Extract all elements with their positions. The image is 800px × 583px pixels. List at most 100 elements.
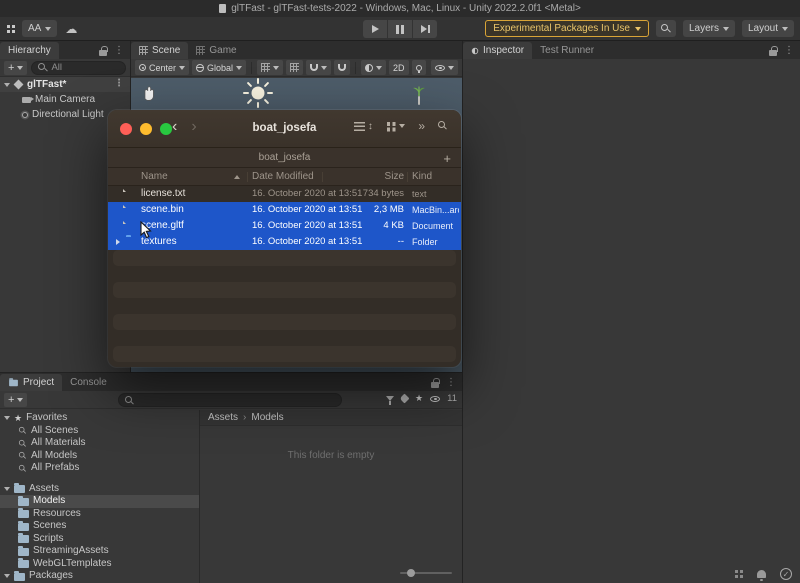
snap-toggle-button[interactable] bbox=[306, 60, 331, 75]
snap-increment-button[interactable] bbox=[334, 60, 350, 75]
layers-dropdown[interactable]: Layers bbox=[683, 20, 735, 37]
pivot-icon bbox=[139, 64, 146, 71]
favorite-all-materials[interactable]: All Materials bbox=[0, 437, 199, 450]
folder-label: Scripts bbox=[33, 533, 64, 546]
services-grid-icon[interactable] bbox=[7, 25, 10, 28]
globe-icon bbox=[196, 64, 204, 72]
pause-button[interactable] bbox=[388, 20, 412, 38]
breadcrumb-root[interactable]: Assets bbox=[208, 412, 238, 423]
file-row-scene-gltf[interactable]: scene.gltf 16. October 2020 at 13:51 4 K… bbox=[108, 218, 461, 234]
kebab-menu-icon[interactable]: ⋮ bbox=[114, 79, 124, 89]
layout-dropdown[interactable]: Layout bbox=[742, 20, 794, 37]
add-button[interactable]: + bbox=[443, 151, 451, 166]
column-divider[interactable] bbox=[322, 172, 323, 182]
2d-toggle-button[interactable]: 2D bbox=[389, 60, 409, 75]
packages-section-row[interactable]: Packages bbox=[0, 570, 199, 583]
tab-hierarchy[interactable]: Hierarchy bbox=[0, 42, 59, 59]
tab-scene[interactable]: Scene bbox=[131, 42, 188, 59]
render-mode-button[interactable] bbox=[361, 60, 386, 75]
tab-game[interactable]: Game bbox=[188, 42, 244, 59]
tab-console[interactable]: Console bbox=[62, 374, 115, 391]
file-size: -- bbox=[330, 234, 404, 250]
folder-webgltemplates[interactable]: WebGLTemplates bbox=[0, 558, 199, 571]
column-header-date[interactable]: Date Modified bbox=[252, 171, 314, 182]
collapse-arrow-icon[interactable] bbox=[4, 416, 10, 420]
lighting-toggle-button[interactable] bbox=[412, 60, 426, 75]
folder-icon bbox=[18, 560, 29, 568]
group-by-control[interactable] bbox=[386, 121, 406, 131]
experimental-packages-button[interactable]: Experimental Packages In Use bbox=[485, 20, 649, 37]
project-content-pane: Assets › Models This folder is empty bbox=[200, 410, 462, 583]
plus-icon: + bbox=[8, 394, 14, 406]
slider-thumb[interactable] bbox=[407, 569, 415, 577]
tab-project[interactable]: Project bbox=[0, 374, 62, 391]
search-button[interactable] bbox=[656, 20, 676, 37]
collapse-arrow-icon[interactable] bbox=[4, 487, 10, 491]
hierarchy-search-input[interactable]: All bbox=[31, 61, 126, 75]
file-row-textures[interactable]: textures 16. October 2020 at 13:51 -- Fo… bbox=[108, 234, 461, 250]
activity-grid-icon[interactable] bbox=[735, 570, 738, 573]
folder-streamingassets[interactable]: StreamingAssets bbox=[0, 545, 199, 558]
cloud-icon[interactable]: ☁ bbox=[65, 23, 77, 35]
column-divider[interactable] bbox=[247, 172, 248, 182]
progress-check-icon[interactable]: ✓ bbox=[780, 568, 792, 580]
search-by-type-icon[interactable] bbox=[386, 396, 394, 401]
saved-search-star-icon[interactable]: ★ bbox=[415, 394, 423, 403]
folder-scripts[interactable]: Scripts bbox=[0, 533, 199, 546]
folder-scenes[interactable]: Scenes bbox=[0, 520, 199, 533]
finder-title-bar[interactable]: ‹ › boat_josefa ↕ » bbox=[108, 110, 461, 148]
folder-resources[interactable]: Resources bbox=[0, 508, 199, 521]
assets-label: Assets bbox=[29, 483, 59, 496]
column-header-name[interactable]: Name bbox=[141, 171, 168, 182]
hierarchy-tab-label: Hierarchy bbox=[8, 45, 51, 56]
orientation-dropdown[interactable]: Global bbox=[192, 60, 246, 75]
chevron-down-icon bbox=[236, 66, 242, 70]
favorites-section-row[interactable]: ★ Favorites bbox=[0, 412, 199, 425]
file-row-scene-bin[interactable]: scene.bin 16. October 2020 at 13:51 2,3 … bbox=[108, 202, 461, 218]
add-asset-button[interactable]: + bbox=[4, 393, 27, 407]
collapse-arrow-icon[interactable] bbox=[4, 83, 10, 87]
disclosure-triangle-icon[interactable] bbox=[116, 239, 120, 245]
folder-models[interactable]: Models bbox=[0, 495, 199, 508]
kebab-menu-icon[interactable]: ⋮ bbox=[114, 46, 124, 56]
account-button[interactable]: AA bbox=[22, 20, 57, 37]
favorite-all-prefabs[interactable]: All Prefabs bbox=[0, 462, 199, 475]
pivot-dropdown[interactable]: Center bbox=[135, 60, 189, 75]
add-object-button[interactable]: + bbox=[4, 61, 27, 75]
tab-test-runner[interactable]: Test Runner bbox=[532, 42, 602, 59]
notification-bell-icon[interactable] bbox=[757, 570, 766, 578]
assets-section-row[interactable]: Assets bbox=[0, 483, 199, 496]
breadcrumb-current[interactable]: Models bbox=[251, 412, 283, 423]
thumbnail-zoom-slider[interactable] bbox=[400, 572, 452, 574]
favorite-all-models[interactable]: All Models bbox=[0, 450, 199, 463]
grid-snap-button[interactable] bbox=[286, 60, 303, 75]
lock-icon[interactable] bbox=[769, 50, 777, 56]
play-button[interactable] bbox=[363, 20, 387, 38]
scene-root-row[interactable]: glTFast* ⋮ bbox=[0, 77, 130, 92]
kebab-menu-icon[interactable]: ⋮ bbox=[446, 378, 456, 388]
file-row-license[interactable]: license.txt 16. October 2020 at 13:51 73… bbox=[108, 186, 461, 202]
empty-row-stripe bbox=[108, 266, 461, 282]
step-button[interactable] bbox=[413, 20, 437, 38]
finder-search-icon[interactable] bbox=[438, 121, 449, 132]
grid-visibility-button[interactable] bbox=[257, 60, 283, 75]
project-search-input[interactable] bbox=[118, 393, 342, 407]
favorite-all-scenes[interactable]: All Scenes bbox=[0, 425, 199, 438]
file-kind: Folder bbox=[412, 234, 459, 250]
search-by-label-icon[interactable] bbox=[400, 394, 410, 404]
collapse-arrow-icon[interactable] bbox=[4, 574, 10, 578]
view-mode-control[interactable]: ↕ bbox=[354, 121, 373, 132]
account-label: AA bbox=[28, 23, 41, 34]
lock-icon[interactable] bbox=[99, 50, 107, 56]
scene-visibility-button[interactable] bbox=[431, 60, 458, 75]
column-header-size[interactable]: Size bbox=[330, 171, 404, 182]
kebab-menu-icon[interactable]: ⋮ bbox=[784, 46, 794, 56]
camera-icon bbox=[22, 97, 31, 103]
tab-inspector[interactable]: Inspector bbox=[463, 42, 532, 59]
hidden-count-eye-icon[interactable] bbox=[430, 396, 440, 402]
column-divider[interactable] bbox=[407, 172, 408, 182]
hierarchy-item-main-camera[interactable]: Main Camera bbox=[0, 92, 130, 107]
lock-icon[interactable] bbox=[431, 382, 439, 388]
column-header-kind[interactable]: Kind bbox=[412, 171, 432, 182]
toolbar-overflow-button[interactable]: » bbox=[418, 120, 425, 132]
